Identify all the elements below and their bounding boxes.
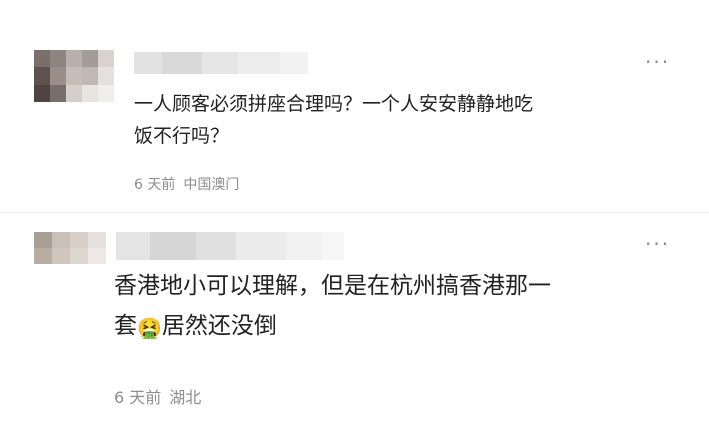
avatar-pixel — [82, 84, 98, 102]
avatar[interactable] — [34, 232, 106, 264]
avatar-pixel — [66, 50, 82, 68]
comment-time: 6 天前 — [134, 177, 176, 193]
avatar-pixel — [52, 232, 70, 248]
username-blurred[interactable] — [134, 52, 308, 74]
avatar-pixel — [66, 84, 82, 102]
comment-text: 一人顾客必须拼座合理吗？一个人安安静静地吃 饭不行吗？ — [134, 88, 674, 152]
comment-text-segment: 套 — [114, 313, 137, 339]
avatar-pixel — [98, 67, 114, 85]
avatar-pixel — [34, 50, 50, 68]
avatar-pixel — [66, 67, 82, 85]
avatar-pixel — [70, 232, 88, 248]
comment-text-segment: 居然还没倒 — [161, 313, 277, 339]
avatar-pixel — [82, 67, 98, 85]
comment-meta: 6 天前 湖北 — [114, 384, 201, 408]
comment-location: 中国澳门 — [183, 177, 240, 193]
comment-text: 香港地小可以理解，但是在杭州搞香港那一 套🤮居然还没倒 — [114, 266, 694, 348]
comment-item: ··· 香港地小可以理解，但是在杭州搞香港那一 套🤮居然还没倒 6 天前 湖北 — [0, 212, 709, 439]
avatar-pixel — [88, 232, 106, 248]
avatar-pixel — [50, 50, 66, 68]
avatar-pixel — [52, 248, 70, 264]
avatar-pixel — [82, 50, 98, 68]
avatar-pixel — [50, 84, 66, 102]
comment-meta: 6 天前 中国澳门 — [134, 174, 239, 194]
avatar-pixel — [88, 248, 106, 264]
more-options-icon[interactable]: ··· — [645, 234, 670, 254]
comment-text-line: 一人顾客必须拼座合理吗？一个人安安静静地吃 — [134, 93, 534, 115]
comment-item: ··· 一人顾客必须拼座合理吗？一个人安安静静地吃 饭不行吗？ 6 天前 中国澳门 — [0, 0, 709, 212]
avatar-pixel — [50, 67, 66, 85]
avatar-pixel — [98, 50, 114, 68]
comment-text-line: 香港地小可以理解，但是在杭州搞香港那一 — [114, 273, 551, 299]
comment-location: 湖北 — [169, 388, 202, 407]
avatar-pixel — [34, 84, 50, 102]
avatar-pixel — [70, 248, 88, 264]
vomit-emoji-icon: 🤮 — [137, 316, 162, 340]
username-blurred[interactable] — [116, 232, 344, 260]
avatar-pixel — [34, 248, 52, 264]
comment-time: 6 天前 — [114, 388, 162, 407]
comment-text-line: 饭不行吗？ — [134, 125, 230, 147]
more-options-icon[interactable]: ··· — [645, 52, 670, 72]
avatar-pixel — [98, 84, 114, 102]
comments-panel: ··· 一人顾客必须拼座合理吗？一个人安安静静地吃 饭不行吗？ 6 天前 中国澳门… — [0, 0, 709, 439]
avatar-pixel — [34, 67, 50, 85]
avatar[interactable] — [34, 50, 114, 102]
avatar-pixel — [34, 232, 52, 248]
